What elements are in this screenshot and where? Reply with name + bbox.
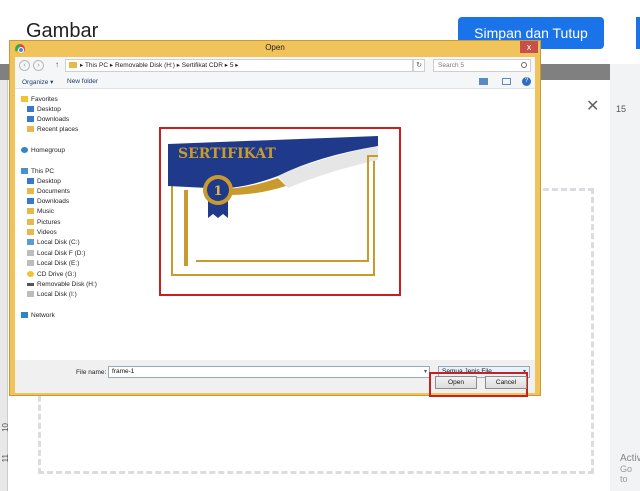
nav-downloads[interactable]: Downloads [27, 115, 69, 125]
download-icon [27, 198, 34, 205]
activate-watermark-sub: Go to [620, 464, 633, 484]
dialog-titlebar: Open x [10, 41, 540, 57]
nav-label: Desktop [37, 106, 61, 113]
nav-disk-e[interactable]: Local Disk (E:) [27, 259, 79, 269]
windows-drive-icon [27, 239, 34, 246]
usb-drive-icon [27, 282, 34, 286]
cancel-button[interactable]: Cancel [485, 376, 527, 389]
ruler-number: 15 [616, 104, 627, 114]
right-strip [610, 64, 640, 491]
nav-label: Local Disk (I:) [37, 291, 77, 298]
nav-label: Pictures [37, 219, 61, 226]
new-folder-button[interactable]: New folder [67, 78, 98, 85]
certificate-thumbnail: SERTIFIKAT 1 [168, 136, 378, 279]
certificate-title: SERTIFIKAT [178, 146, 276, 162]
videos-icon [27, 229, 34, 236]
refresh-button[interactable]: ↻ [413, 59, 425, 72]
search-placeholder: Search 5 [438, 62, 465, 69]
toolbar: Organize ▾ New folder ? [15, 75, 535, 89]
open-button[interactable]: Open [435, 376, 477, 389]
nav-homegroup[interactable]: Homegroup [21, 146, 65, 156]
dialog-title: Open [265, 43, 285, 52]
nav-network[interactable]: Network [21, 311, 55, 321]
nav-label: Downloads [37, 116, 70, 123]
folder-icon [69, 62, 77, 68]
nav-label: Music [37, 208, 54, 215]
address-row: ‹ › ↑ ▸ This PC ▸ Removable Disk (H:) ▸ … [15, 57, 535, 75]
nav-this-pc[interactable]: This PC [21, 167, 54, 177]
network-icon [21, 312, 28, 319]
search-input[interactable]: Search 5 [433, 59, 531, 72]
nav-label: Network [31, 312, 55, 319]
partial-button [636, 17, 640, 49]
close-button[interactable]: x [520, 41, 538, 53]
nav-label: Removable Disk (H:) [37, 281, 97, 288]
nav-disk-i[interactable]: Local Disk (I:) [27, 290, 77, 300]
vertical-ruler: 10 11 [0, 80, 10, 491]
homegroup-icon [21, 147, 28, 154]
nav-removable-h[interactable]: Removable Disk (H:) [27, 280, 97, 290]
drive-icon [27, 250, 34, 257]
nav-desktop[interactable]: Desktop [27, 105, 61, 115]
nav-label: Downloads [37, 198, 70, 205]
file-thumbnail-highlight[interactable]: SERTIFIKAT 1 [159, 127, 401, 296]
nav-label: Local Disk (C:) [37, 239, 80, 246]
desktop-icon [27, 106, 34, 113]
drive-icon [27, 291, 34, 298]
address-bar[interactable]: ▸ This PC ▸ Removable Disk (H:) ▸ Sertif… [65, 59, 413, 72]
file-list: SERTIFIKAT 1 [99, 90, 535, 360]
music-icon [27, 208, 34, 215]
view-options-icon[interactable] [479, 78, 488, 85]
pictures-icon [27, 219, 34, 226]
activate-watermark: Activ [620, 453, 640, 464]
documents-icon [27, 188, 34, 195]
desktop-icon [27, 178, 34, 185]
nav-pc-downloads[interactable]: Downloads [27, 197, 69, 207]
back-button[interactable]: ‹ [19, 60, 30, 71]
nav-label: Local Disk F (D:) [37, 250, 86, 257]
up-arrow-icon[interactable]: ↑ [55, 60, 59, 69]
open-file-dialog: Open x ‹ › ↑ ▸ This PC ▸ Removable Disk … [9, 40, 541, 396]
download-icon [27, 116, 34, 123]
nav-label: Local Disk (E:) [37, 260, 80, 267]
star-icon [21, 96, 28, 103]
nav-label: Documents [37, 188, 70, 195]
close-icon[interactable]: ✕ [586, 96, 599, 116]
computer-icon [21, 168, 28, 175]
file-name-field[interactable]: frame-1 ▾ [108, 366, 430, 378]
nav-label: Videos [37, 229, 57, 236]
chevron-down-icon[interactable]: ▾ [424, 367, 427, 377]
nav-favorites[interactable]: Favorites [21, 95, 58, 105]
nav-label: Favorites [31, 96, 58, 103]
search-icon [521, 62, 527, 68]
preview-pane-icon[interactable] [502, 78, 511, 85]
dialog-body: ‹ › ↑ ▸ This PC ▸ Removable Disk (H:) ▸ … [15, 57, 535, 393]
nav-disk-c[interactable]: Local Disk (C:) [27, 238, 80, 248]
nav-documents[interactable]: Documents [27, 187, 70, 197]
help-icon[interactable]: ? [522, 77, 531, 86]
nav-pc-desktop[interactable]: Desktop [27, 177, 61, 187]
file-name-label: File name: [76, 369, 107, 376]
nav-label: This PC [31, 168, 55, 175]
nav-pictures[interactable]: Pictures [27, 218, 60, 228]
nav-cd-g[interactable]: CD Drive (G:) [27, 270, 76, 280]
nav-label: Recent places [37, 126, 79, 133]
nav-label: Homegroup [31, 147, 65, 154]
file-name-value: frame-1 [112, 368, 135, 375]
organize-menu[interactable]: Organize ▾ [22, 78, 53, 86]
nav-recent[interactable]: Recent places [27, 125, 78, 135]
drive-icon [27, 260, 34, 267]
cd-drive-icon [27, 271, 34, 278]
nav-label: Desktop [37, 178, 61, 185]
badge-number: 1 [213, 184, 222, 199]
address-path: ▸ This PC ▸ Removable Disk (H:) ▸ Sertif… [80, 62, 239, 69]
forward-button[interactable]: › [33, 60, 44, 71]
navigation-pane: Favorites Desktop Downloads Recent place… [15, 90, 99, 360]
nav-label: CD Drive (G:) [37, 271, 77, 278]
nav-disk-d[interactable]: Local Disk F (D:) [27, 249, 85, 259]
nav-videos[interactable]: Videos [27, 228, 57, 238]
nav-music[interactable]: Music [27, 207, 54, 217]
recent-places-icon [27, 126, 34, 133]
